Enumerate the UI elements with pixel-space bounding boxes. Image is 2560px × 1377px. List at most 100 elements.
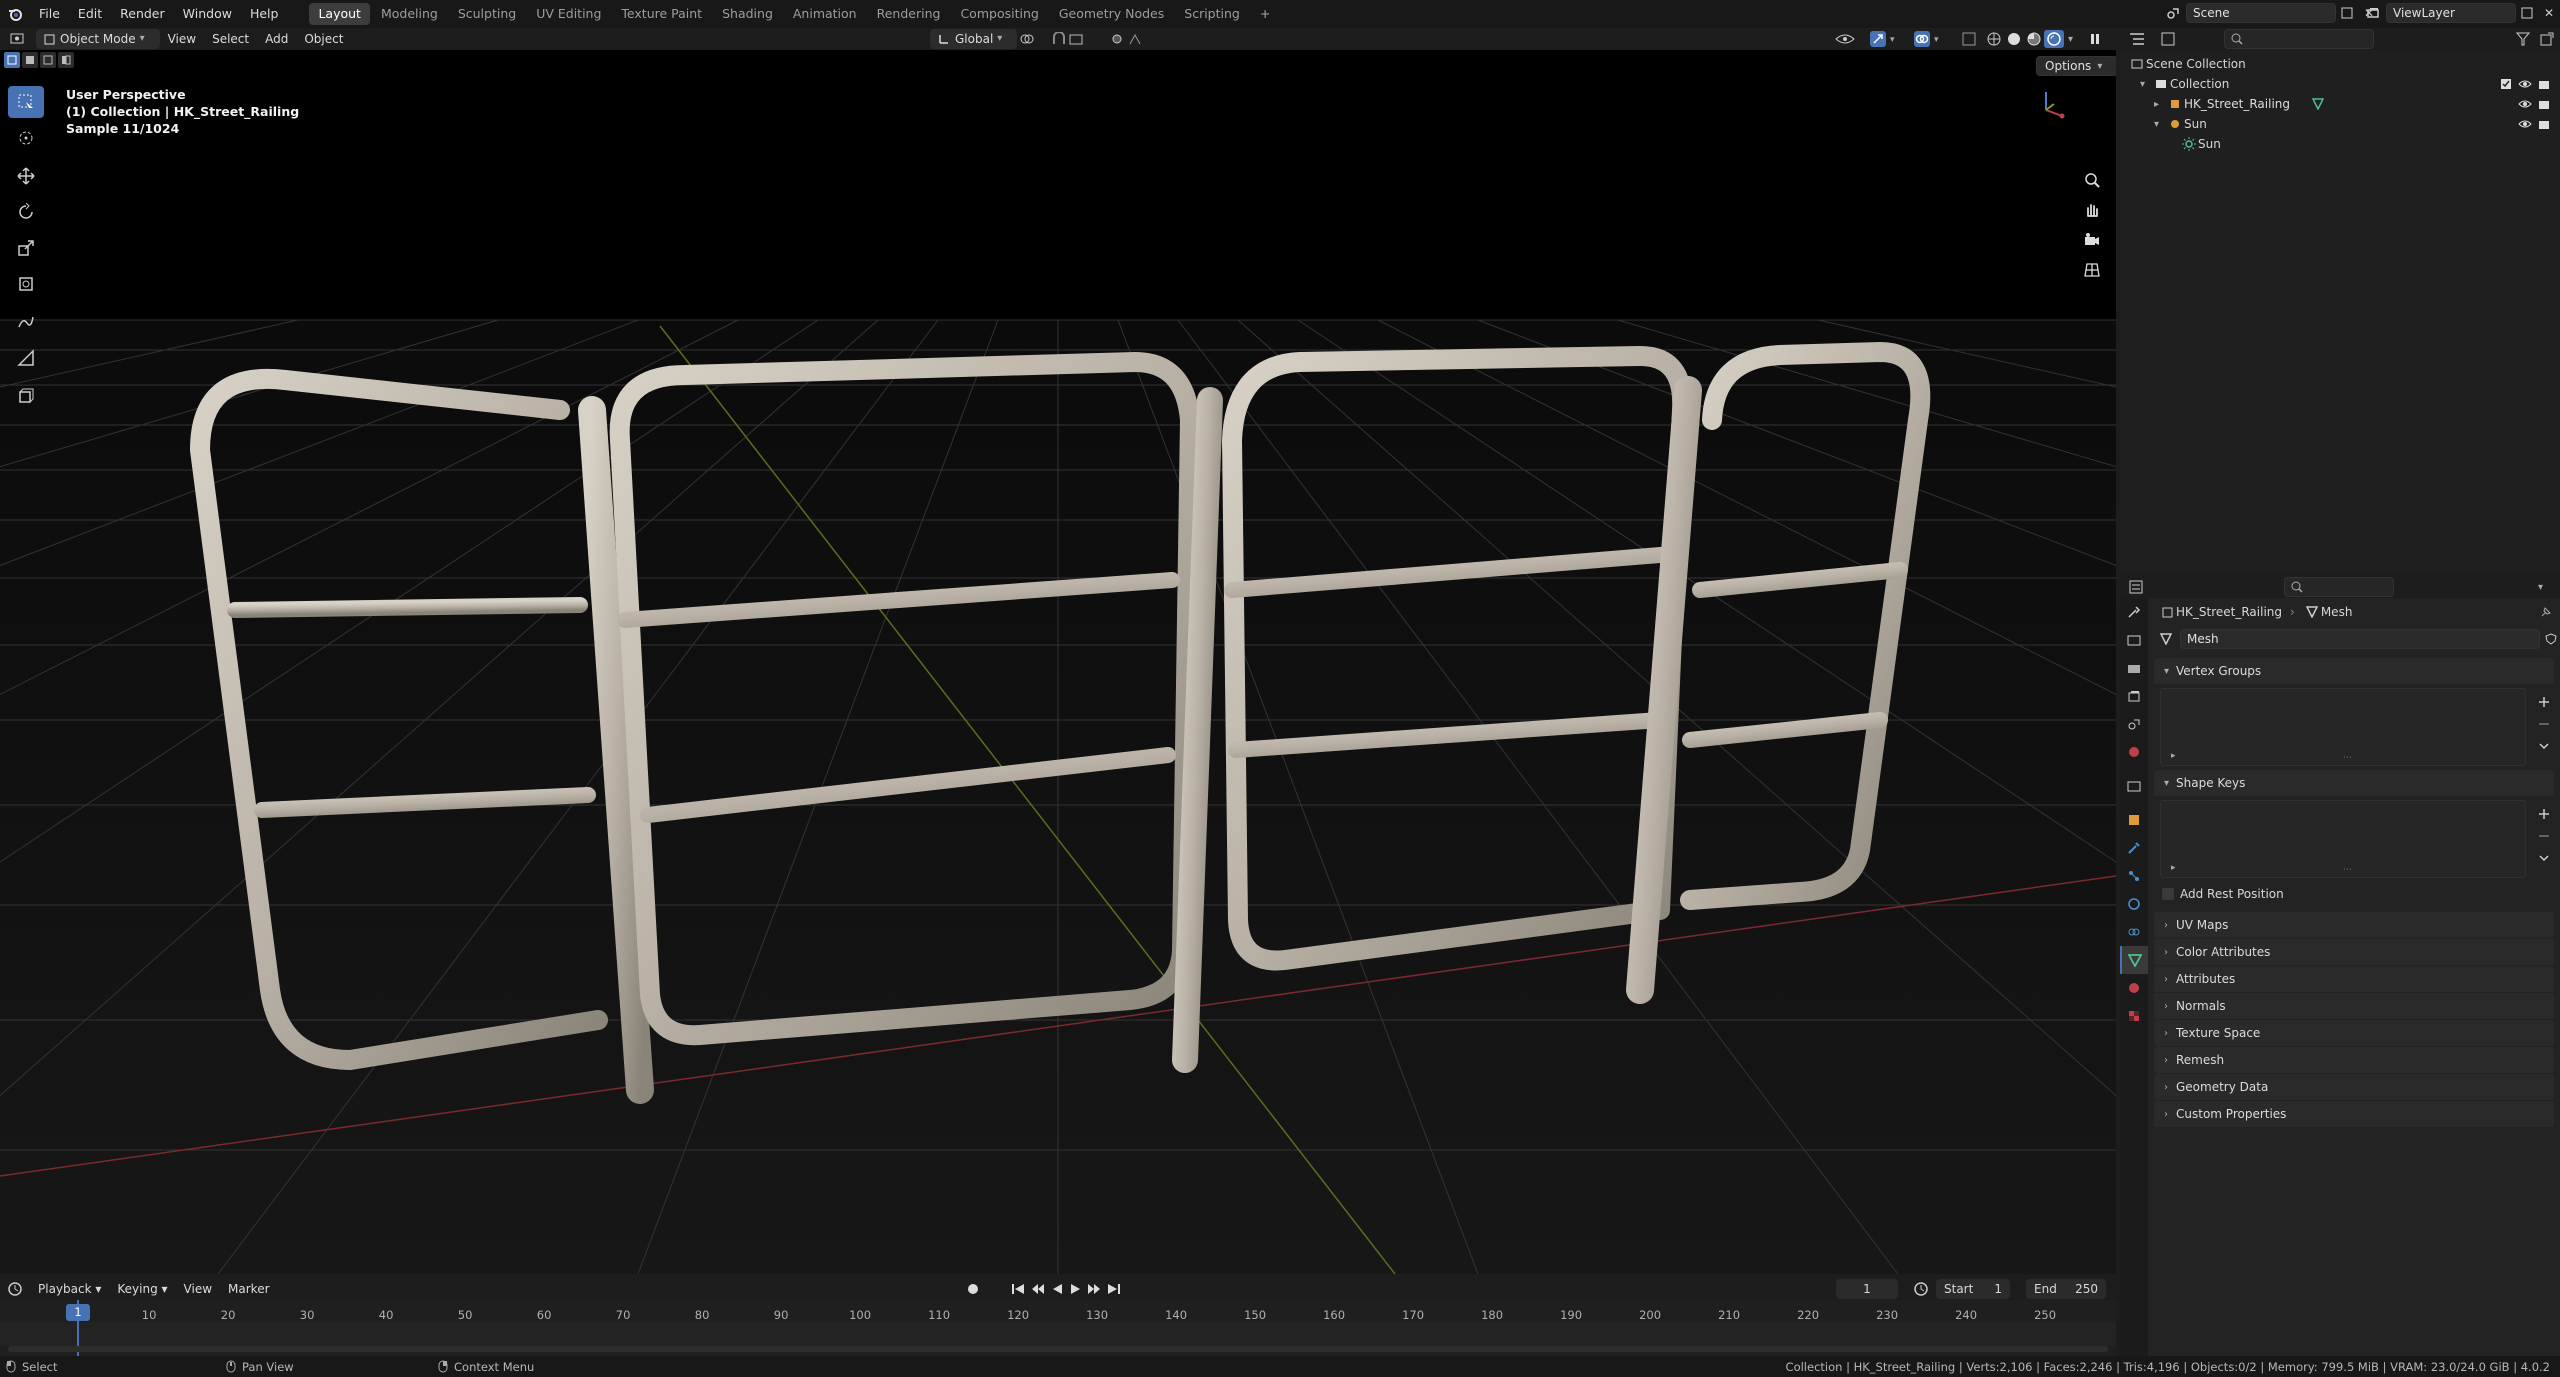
display-mode-icon[interactable] <box>2154 32 2184 46</box>
camera-render-icon[interactable] <box>2538 98 2550 110</box>
shape-keys-list[interactable]: ▸ ⋯ <box>2160 800 2526 878</box>
gizmo-toggle-icon[interactable]: ▾ <box>1870 31 1900 47</box>
visibility-icon[interactable] <box>1834 32 1856 46</box>
camera-render-icon[interactable] <box>2538 118 2550 130</box>
object-mode-dropdown[interactable]: Object Mode ▾ <box>36 29 160 49</box>
eye-icon[interactable] <box>2518 78 2532 90</box>
blender-logo-icon[interactable] <box>0 0 30 28</box>
add-shape-key-icon[interactable] <box>2534 804 2554 824</box>
perspective-toggle-icon[interactable] <box>2078 256 2106 284</box>
timeline-editor[interactable]: 10 20 30 40 50 60 70 80 90 100 110 120 130 140 150 160 1… <box>0 1300 2116 1356</box>
camera-view-icon[interactable] <box>2078 226 2106 254</box>
timeline-menu-marker[interactable]: Marker <box>220 1279 277 1299</box>
delete-viewlayer-icon[interactable]: ✕ <box>2538 6 2560 20</box>
shape-key-specials-icon[interactable] <box>2534 848 2554 868</box>
constraints-tab-icon[interactable] <box>2120 918 2148 946</box>
mesh-data-tab-icon[interactable] <box>2120 946 2148 974</box>
particles-tab-icon[interactable] <box>2120 862 2148 890</box>
viewlayer-name-field[interactable]: ViewLayer <box>2386 3 2516 23</box>
scene-tab-icon[interactable] <box>2120 710 2148 738</box>
zoom-icon[interactable] <box>2078 166 2106 194</box>
annotate-tool-icon[interactable] <box>8 306 44 338</box>
start-frame-field[interactable]: Start 1 <box>1936 1279 2010 1299</box>
menu-window[interactable]: Window <box>174 0 241 28</box>
texture-space-panel-header[interactable]: › Texture Space <box>2154 1020 2554 1046</box>
proportional-editing-icon[interactable] <box>1110 32 1146 46</box>
mesh-name-field[interactable]: Mesh <box>2180 629 2540 649</box>
custom-properties-panel-header[interactable]: › Custom Properties <box>2154 1101 2554 1127</box>
viewport-options-button[interactable]: Options ▾ <box>2036 56 2116 76</box>
expand-arrow-icon[interactable]: ▾ <box>2154 119 2166 130</box>
list-resize-grip-icon[interactable]: ⋯ <box>2343 753 2352 763</box>
outliner-search-input[interactable] <box>2224 29 2374 49</box>
preview-range-icon[interactable] <box>1914 1282 1928 1296</box>
cursor-tool-icon[interactable] <box>8 122 44 154</box>
timeline-scrollbar[interactable] <box>8 1346 2108 1352</box>
jump-end-icon[interactable] <box>1106 1282 1122 1296</box>
pause-render-icon[interactable] <box>2088 32 2102 46</box>
tab-uv-editing[interactable]: UV Editing <box>527 3 610 25</box>
tab-layout[interactable]: Layout <box>309 3 370 25</box>
modifier-tab-icon[interactable] <box>2120 834 2148 862</box>
vertex-group-specials-icon[interactable] <box>2534 736 2554 756</box>
render-tab-icon[interactable] <box>2120 626 2148 654</box>
texture-tab-icon[interactable] <box>2120 1002 2148 1030</box>
camera-render-icon[interactable] <box>2538 78 2550 90</box>
timeline-menu-view[interactable]: View <box>176 1279 220 1299</box>
new-scene-icon[interactable] <box>2336 7 2358 19</box>
add-workspace-button[interactable]: + <box>1251 3 1279 25</box>
add-vertex-group-icon[interactable] <box>2534 692 2554 712</box>
world-tab-icon[interactable] <box>2120 738 2148 766</box>
eye-icon[interactable] <box>2518 118 2532 130</box>
fake-user-shield-icon[interactable] <box>2542 633 2560 645</box>
menu-help[interactable]: Help <box>241 0 288 28</box>
remove-vertex-group-icon[interactable] <box>2534 714 2554 734</box>
properties-search-input[interactable] <box>2284 577 2394 597</box>
overlays-toggle-icon[interactable]: ▾ <box>1914 31 1944 47</box>
prev-keyframe-icon[interactable] <box>1030 1282 1046 1296</box>
select-new-icon[interactable] <box>4 52 20 68</box>
tab-shading[interactable]: Shading <box>713 3 782 25</box>
physics-tab-icon[interactable] <box>2120 890 2148 918</box>
vp-menu-add[interactable]: Add <box>257 29 296 49</box>
mesh-browse-icon[interactable] <box>2154 633 2180 645</box>
tab-compositing[interactable]: Compositing <box>951 3 1047 25</box>
tab-texture-paint[interactable]: Texture Paint <box>612 3 711 25</box>
normals-panel-header[interactable]: › Normals <box>2154 993 2554 1019</box>
include-checkbox-icon[interactable] <box>2500 78 2512 90</box>
editor-type-icon[interactable] <box>0 33 36 45</box>
shape-keys-panel-header[interactable]: ▾ Shape Keys <box>2154 770 2554 796</box>
outliner-item-sun-light-data[interactable]: Sun <box>2120 134 2560 154</box>
select-box-tool-icon[interactable] <box>8 86 44 118</box>
outliner-editor-icon[interactable] <box>2120 32 2154 46</box>
viewlayer-icon[interactable] <box>2360 6 2386 20</box>
tab-geometry-nodes[interactable]: Geometry Nodes <box>1050 3 1173 25</box>
rendered-shading-icon[interactable] <box>2044 30 2064 48</box>
next-keyframe-icon[interactable] <box>1086 1282 1102 1296</box>
vp-menu-select[interactable]: Select <box>204 29 257 49</box>
new-viewlayer-icon[interactable] <box>2516 7 2538 19</box>
pin-icon[interactable] <box>2540 606 2552 618</box>
list-expand-icon[interactable]: ▸ <box>2171 751 2176 761</box>
play-icon[interactable] <box>1068 1282 1082 1296</box>
uv-maps-panel-header[interactable]: › UV Maps <box>2154 912 2554 938</box>
current-frame-field[interactable]: 1 <box>1836 1279 1898 1299</box>
menu-edit[interactable]: Edit <box>69 0 111 28</box>
tab-rendering[interactable]: Rendering <box>868 3 950 25</box>
material-tab-icon[interactable] <box>2120 974 2148 1002</box>
timeline-menu-playback[interactable]: Playback ▾ <box>30 1279 109 1299</box>
jump-start-icon[interactable] <box>1010 1282 1026 1296</box>
move-tool-icon[interactable] <box>8 160 44 192</box>
transform-tool-icon[interactable] <box>8 268 44 300</box>
snap-icon[interactable] <box>1052 32 1088 46</box>
playhead-frame-badge[interactable]: 1 <box>66 1304 90 1321</box>
select-invert-icon[interactable] <box>58 52 74 68</box>
color-attributes-panel-header[interactable]: › Color Attributes <box>2154 939 2554 965</box>
wireframe-shading-icon[interactable] <box>1984 32 2004 46</box>
expand-arrow-icon[interactable]: ▸ <box>2154 99 2166 110</box>
object-tab-icon[interactable] <box>2120 806 2148 834</box>
transform-orientation-dropdown[interactable]: Global ▾ <box>930 29 1018 49</box>
outliner-scene-collection[interactable]: Scene Collection <box>2120 54 2560 74</box>
pan-hand-icon[interactable] <box>2078 196 2106 224</box>
filter-icon[interactable] <box>2516 32 2534 46</box>
